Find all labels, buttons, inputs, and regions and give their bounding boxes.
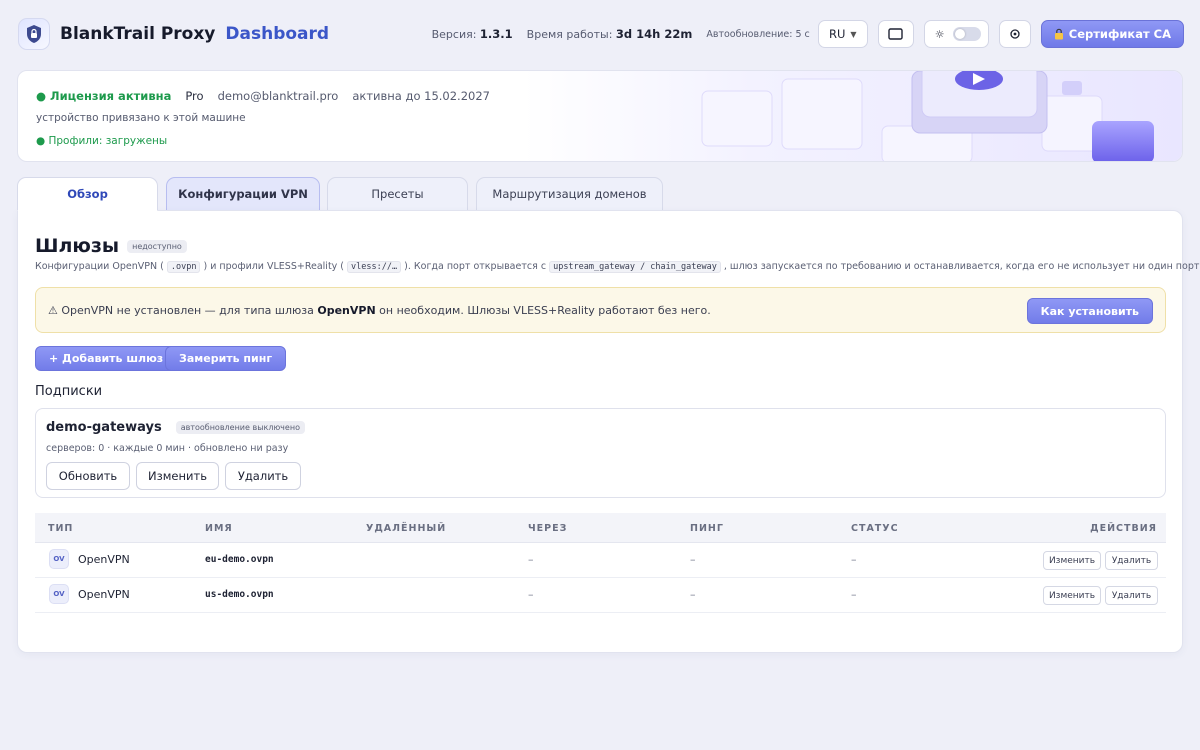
row-via: – [528, 588, 534, 601]
uptime-value: 3d 14h 22m [615, 27, 693, 41]
col-name: ИМЯ [205, 523, 233, 534]
app-logo [18, 18, 50, 50]
section-title: Шлюзы [35, 235, 120, 257]
delete-gateway-button[interactable]: Удалить [1105, 586, 1158, 605]
openvpn-badge: OV [49, 584, 69, 604]
edit-gateway-button[interactable]: Изменить [1043, 586, 1101, 605]
openvpn-warning: ⚠ OpenVPN не установлен — для типа шлюза… [35, 287, 1166, 333]
edit-gateway-button[interactable]: Изменить [1043, 551, 1101, 570]
gateways-table-header: ТИП ИМЯ УДАЛЁННЫЙ ЧЕРЕЗ ПИНГ СТАТУС ДЕЙС… [35, 513, 1166, 543]
warning-text: ⚠ OpenVPN не установлен — для типа шлюза… [48, 303, 711, 317]
col-remote: УДАЛЁННЫЙ [366, 523, 447, 534]
license-email: demo@blanktrail.pro [217, 89, 339, 103]
col-ping: ПИНГ [690, 523, 724, 534]
version-label: Версия: [431, 28, 477, 41]
license-banner-illustration [522, 71, 1182, 161]
version-info: Версия: 1.3.1 [432, 27, 513, 41]
autorefresh-label: Автообновление: 5 с [706, 28, 810, 40]
row-ping: – [690, 553, 696, 566]
window-icon [888, 28, 903, 40]
refresh-subscription-button[interactable]: Обновить [46, 462, 130, 490]
section-description: Конфигурации OpenVPN ( .ovpn ) и профили… [35, 261, 1200, 273]
uptime-label: Время работы: [526, 28, 613, 41]
code-ovpn: .ovpn [166, 261, 201, 273]
subscription-name: demo-gateways [46, 420, 162, 435]
profiles-status: ● Профили: загружены [36, 135, 168, 147]
uptime-info: Время работы: 3d 14h 22m [527, 27, 693, 41]
row-type: OpenVPN [78, 588, 130, 601]
language-value: RU [828, 27, 846, 41]
col-via: ЧЕРЕЗ [528, 523, 568, 534]
tab-vpn-configs[interactable]: Конфигурации VPN [166, 177, 320, 211]
shield-lock-icon [27, 25, 41, 43]
table-row: OV OpenVPN eu-demo.ovpn – – – Изменить У… [35, 543, 1166, 578]
delete-gateway-button[interactable]: Удалить [1105, 551, 1158, 570]
row-ping: – [690, 588, 696, 601]
theme-switch[interactable] [952, 27, 981, 41]
code-gateway: upstream_gateway / chain_gateway [549, 261, 721, 273]
col-type: ТИП [48, 523, 74, 534]
availability-badge: недоступно [127, 239, 187, 253]
license-expiry: активна до 15.02.2027 [352, 89, 490, 103]
settings-button[interactable] [998, 20, 1031, 48]
row-name: us-demo.ovpn [205, 589, 274, 600]
language-select[interactable]: RU ▼ [817, 20, 868, 48]
subscription-meta: серверов: 0 · каждые 0 мин · обновлено н… [46, 443, 289, 454]
tab-overview[interactable]: Обзор [17, 177, 158, 211]
sun-icon: ☼ [934, 27, 945, 41]
measure-ping-button[interactable]: Замерить пинг [165, 346, 287, 371]
row-via: – [528, 553, 534, 566]
license-plan: Pro [185, 89, 204, 103]
table-row: OV OpenVPN us-demo.ovpn – – – Изменить У… [35, 578, 1166, 613]
lock-icon [1054, 28, 1063, 40]
ca-certificate-button[interactable]: Сертификат CA [1040, 20, 1184, 48]
row-type: OpenVPN [78, 553, 130, 566]
ca-certificate-label: Сертификат CA [1068, 27, 1171, 41]
license-card: ● Лицензия активна Pro demo@blanktrail.p… [17, 70, 1183, 162]
delete-subscription-button[interactable]: Удалить [225, 462, 301, 490]
device-binding-text: устройство привязано к этой машине [36, 112, 246, 124]
version-value: 1.3.1 [479, 27, 513, 41]
row-status: – [851, 588, 857, 601]
theme-toggle[interactable]: ☼ [923, 20, 989, 48]
row-name: eu-demo.ovpn [205, 554, 274, 565]
top-bar: BlankTrail Proxy Dashboard Версия: 1.3.1… [0, 0, 1200, 68]
license-status: ● Лицензия активна [36, 89, 172, 103]
subscriptions-title: Подписки [35, 384, 103, 399]
col-status: СТАТУС [851, 523, 899, 534]
app-subtitle: Dashboard [225, 24, 330, 44]
subscription-card: demo-gateways автообновление выключено с… [35, 408, 1166, 498]
row-status: – [851, 553, 857, 566]
chevron-down-icon: ▼ [850, 29, 857, 39]
tab-domain-routing[interactable]: Маршрутизация доменов [476, 177, 663, 211]
edit-subscription-button[interactable]: Изменить [136, 462, 219, 490]
window-toggle-button[interactable] [877, 20, 914, 48]
how-to-install-button[interactable]: Как установить [1026, 298, 1153, 324]
col-actions: ДЕЙСТВИЯ [1090, 523, 1157, 534]
autorefresh-badge: автообновление выключено [175, 421, 305, 434]
tab-presets[interactable]: Пресеты [327, 177, 468, 211]
gateways-panel: Шлюзы недоступно Конфигурации OpenVPN ( … [17, 210, 1200, 653]
add-gateway-button[interactable]: + Добавить шлюз [35, 346, 178, 371]
openvpn-badge: OV [49, 549, 69, 569]
gear-icon [1010, 29, 1020, 39]
app-title: BlankTrail Proxy [60, 24, 216, 44]
code-vless: vless://… [347, 261, 402, 273]
